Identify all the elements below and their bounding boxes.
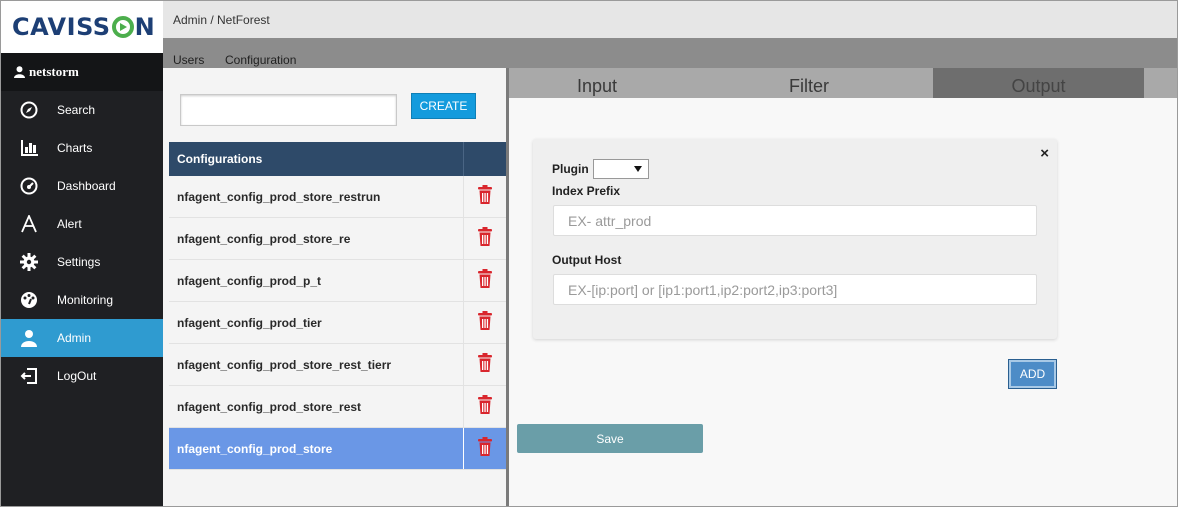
config-name[interactable]: nfagent_config_prod_p_t xyxy=(169,260,464,301)
logout-icon xyxy=(1,367,57,385)
sidebar-item-label: Settings xyxy=(57,255,101,269)
dashboard-icon xyxy=(1,177,57,195)
add-button[interactable]: ADD xyxy=(1008,359,1057,389)
sidebar-item-label: Monitoring xyxy=(57,293,114,307)
column-header-configurations: Configurations xyxy=(169,142,464,176)
sidebar-item-label: Dashboard xyxy=(57,179,116,193)
trash-icon[interactable] xyxy=(477,227,493,250)
delete-action-cell xyxy=(464,176,506,217)
sidebar-item-label: Charts xyxy=(57,141,93,155)
table-row[interactable]: nfagent_config_prod_p_t xyxy=(169,260,506,302)
trash-icon[interactable] xyxy=(477,185,493,208)
config-name[interactable]: nfagent_config_prod_tier xyxy=(169,302,464,343)
sidebar-item-monitoring[interactable]: Monitoring xyxy=(1,281,163,319)
tab-input[interactable]: Input xyxy=(509,68,685,98)
table-row[interactable]: nfagent_config_prod_store_rest xyxy=(169,386,506,428)
trash-icon[interactable] xyxy=(477,353,493,376)
tab-output[interactable]: Output xyxy=(933,68,1144,98)
sidebar-item-alert[interactable]: Alert xyxy=(1,205,163,243)
config-editor-panel: Input Filter Output × Plugin Index Prefi… xyxy=(509,68,1177,506)
config-name[interactable]: nfagent_config_prod_store xyxy=(169,428,464,469)
tab-filter[interactable]: Filter xyxy=(685,68,933,98)
delete-action-cell xyxy=(464,428,506,469)
sidebar-item-charts[interactable]: Charts xyxy=(1,129,163,167)
sidebar-item-label: Admin xyxy=(57,331,92,345)
delete-action-cell xyxy=(464,260,506,301)
user-icon xyxy=(14,66,25,78)
logo-text: CAVISS N xyxy=(12,13,155,41)
sidebar-item-label: Search xyxy=(57,103,96,117)
sub-tabs: Input Filter Output xyxy=(509,68,1177,98)
table-header: Configurations xyxy=(169,142,506,176)
table-row[interactable]: nfagent_config_prod_store xyxy=(169,428,506,470)
delete-action-cell xyxy=(464,302,506,343)
sidebar: CAVISS N netstorm Search Charts Dashboard… xyxy=(1,1,163,506)
index-prefix-input[interactable] xyxy=(553,205,1037,236)
configurations-panel: CREATE Configurations nfagent_config_pro… xyxy=(163,68,506,506)
config-name-input[interactable] xyxy=(180,94,397,126)
logo-text-end: N xyxy=(134,13,156,41)
tabs-bar: Users Configuration xyxy=(163,38,1177,76)
logo-o-icon xyxy=(111,16,134,38)
monitoring-icon xyxy=(1,291,57,309)
delete-action-cell xyxy=(464,344,506,385)
delete-action-cell xyxy=(464,386,506,427)
user-row[interactable]: netstorm xyxy=(1,53,163,91)
trash-icon[interactable] xyxy=(477,395,493,418)
sidebar-item-label: LogOut xyxy=(57,369,97,383)
sidebar-item-logout[interactable]: LogOut xyxy=(1,357,163,395)
alert-icon xyxy=(1,215,57,233)
index-prefix-label: Index Prefix xyxy=(552,184,621,198)
sidebar-nav: Search Charts Dashboard Alert Settings M… xyxy=(1,91,163,395)
compass-icon xyxy=(1,101,57,119)
configurations-table: Configurations nfagent_config_prod_store… xyxy=(169,142,506,470)
save-button[interactable]: Save xyxy=(517,424,703,453)
config-name[interactable]: nfagent_config_prod_store_rest xyxy=(169,386,464,427)
sidebar-item-dashboard[interactable]: Dashboard xyxy=(1,167,163,205)
table-row[interactable]: nfagent_config_prod_store_restrun xyxy=(169,176,506,218)
create-button[interactable]: CREATE xyxy=(411,93,476,119)
sidebar-item-label: Alert xyxy=(57,217,82,231)
trash-icon[interactable] xyxy=(477,311,493,334)
sidebar-item-settings[interactable]: Settings xyxy=(1,243,163,281)
user-icon xyxy=(1,329,57,347)
breadcrumb: Admin / NetForest xyxy=(173,12,270,27)
trash-icon[interactable] xyxy=(477,437,493,460)
bar-chart-icon xyxy=(1,140,57,156)
table-row[interactable]: nfagent_config_prod_store_re xyxy=(169,218,506,260)
output-card: × Plugin Index Prefix Output Host xyxy=(533,139,1057,339)
delete-action-cell xyxy=(464,218,506,259)
plugin-label: Plugin xyxy=(552,162,589,176)
plugin-select[interactable] xyxy=(593,159,649,179)
sidebar-item-admin[interactable]: Admin xyxy=(1,319,163,357)
gear-icon xyxy=(1,253,57,271)
breadcrumb-bar: Admin / NetForest xyxy=(163,1,1177,38)
trash-icon[interactable] xyxy=(477,269,493,292)
close-icon[interactable]: × xyxy=(1040,145,1049,162)
user-name: netstorm xyxy=(29,64,79,79)
sidebar-item-search[interactable]: Search xyxy=(1,91,163,129)
logo-text-start: CAVISS xyxy=(12,13,111,41)
config-name[interactable]: nfagent_config_prod_store_re xyxy=(169,218,464,259)
table-row[interactable]: nfagent_config_prod_store_rest_tierr xyxy=(169,344,506,386)
output-host-input[interactable] xyxy=(553,274,1037,305)
table-row[interactable]: nfagent_config_prod_tier xyxy=(169,302,506,344)
logo: CAVISS N xyxy=(1,1,163,53)
config-name[interactable]: nfagent_config_prod_store_rest_tierr xyxy=(169,344,464,385)
config-name[interactable]: nfagent_config_prod_store_restrun xyxy=(169,176,464,217)
output-host-label: Output Host xyxy=(552,253,622,267)
